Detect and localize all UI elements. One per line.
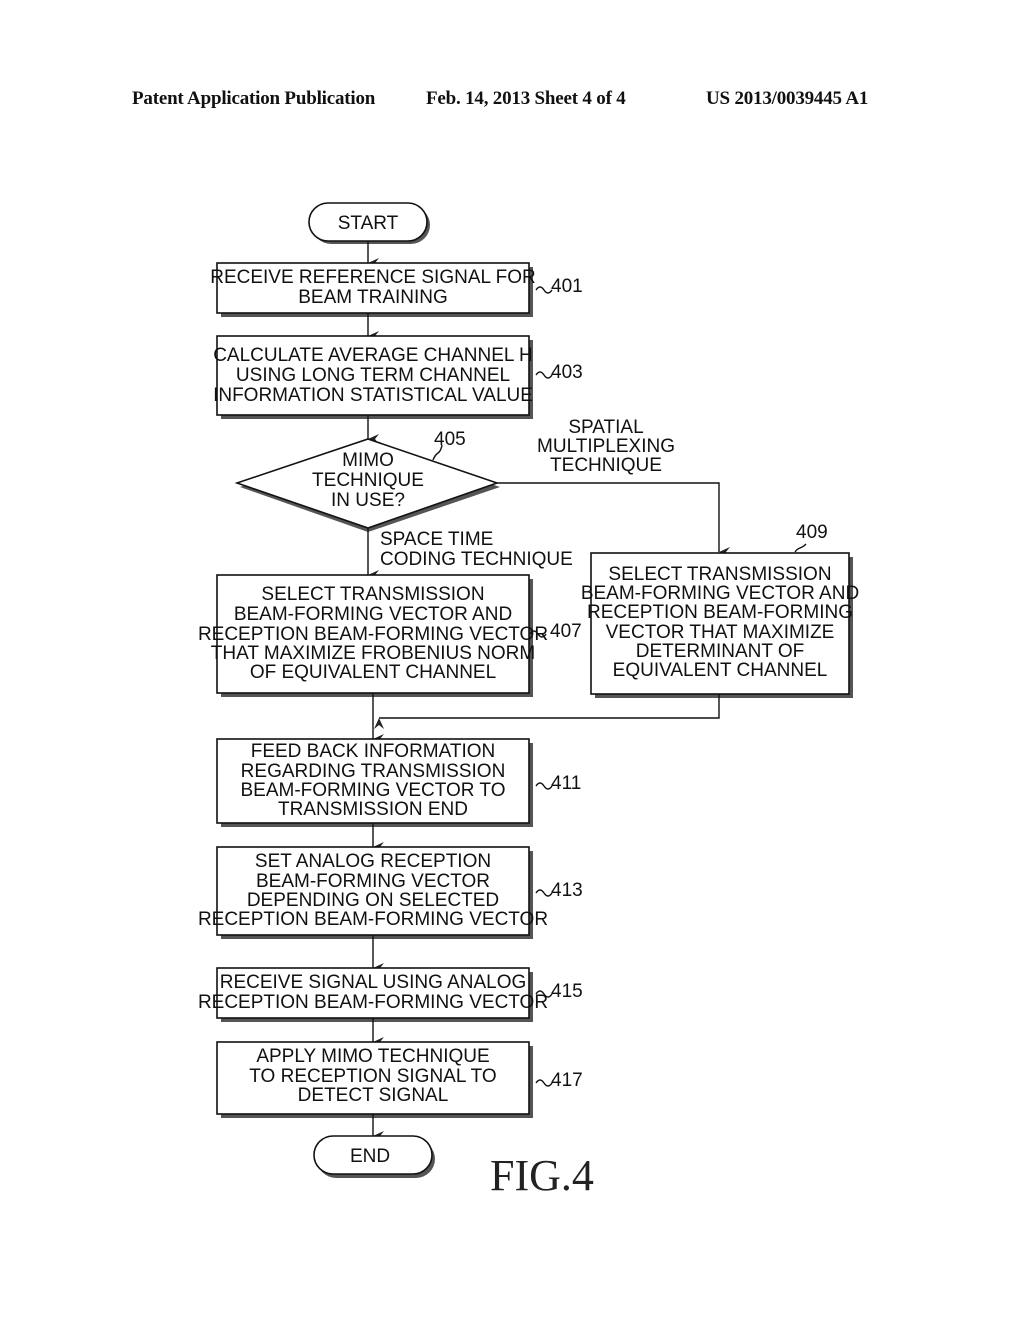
step-401-line-2: BEAM TRAINING (298, 287, 448, 308)
step-407: SELECT TRANSMISSION BEAM-FORMING VECTOR … (198, 574, 582, 697)
ref-407: 407 (550, 621, 582, 642)
decision-405-line-2: TECHNIQUE (312, 470, 424, 491)
step-409-line-6: EQUIVALENT CHANNEL (613, 660, 828, 681)
end-terminal: END (313, 1135, 435, 1178)
step-413: SET ANALOG RECEPTION BEAM-FORMING VECTOR… (198, 846, 583, 939)
step-403-line-2: USING LONG TERM CHANNEL (236, 365, 510, 386)
decision-405: MIMO TECHNIQUE IN USE? 405 (234, 429, 500, 532)
step-411-line-2: REGARDING TRANSMISSION (241, 761, 506, 782)
step-407-line-4: THAT MAXIMIZE FROBENIUS NORM (211, 643, 535, 664)
step-409-line-2: BEAM-FORMING VECTOR AND (581, 583, 859, 604)
branch-stc-line-1: SPACE TIME (380, 529, 493, 550)
step-403: CALCULATE AVERAGE CHANNEL H USING LONG T… (213, 335, 583, 419)
step-411: FEED BACK INFORMATION REGARDING TRANSMIS… (216, 738, 581, 827)
ref-leader-409 (794, 543, 807, 553)
step-409-line-5: DETERMINANT OF (636, 641, 805, 662)
step-407-line-3: RECEPTION BEAM-FORMING VECTOR (198, 624, 548, 645)
ref-403: 403 (551, 362, 583, 383)
connector-405-409 (497, 482, 730, 557)
ref-leader-413 (535, 889, 553, 897)
step-403-line-3: INFORMATION STATISTICAL VALUE (213, 385, 533, 406)
step-411-line-1: FEED BACK INFORMATION (251, 741, 496, 762)
step-401: RECEIVE REFERENCE SIGNAL FOR BEAM TRAINI… (210, 262, 583, 317)
decision-405-line-3: IN USE? (331, 490, 405, 511)
branch-spatial-line-2: MULTIPLEXING (537, 436, 675, 457)
step-401-line-1: RECEIVE REFERENCE SIGNAL FOR (210, 267, 536, 288)
branch-spatial-line-3: TECHNIQUE (550, 455, 662, 476)
ref-leader-417 (535, 1079, 553, 1087)
step-403-line-1: CALCULATE AVERAGE CHANNEL H (213, 345, 533, 366)
step-417-line-3: DETECT SIGNAL (298, 1085, 449, 1106)
figure-label: FIG.4 (490, 1151, 594, 1200)
step-411-line-4: TRANSMISSION END (278, 799, 468, 820)
step-415: RECEIVE SIGNAL USING ANALOG RECEPTION BE… (198, 967, 583, 1022)
ref-409: 409 (796, 522, 828, 543)
ref-leader-403 (535, 371, 553, 379)
step-415-line-2: RECEPTION BEAM-FORMING VECTOR (198, 992, 548, 1013)
decision-405-line-1: MIMO (342, 450, 394, 471)
step-407-line-1: SELECT TRANSMISSION (261, 584, 484, 605)
step-407-line-5: OF EQUIVALENT CHANNEL (250, 662, 496, 683)
step-413-line-4: RECEPTION BEAM-FORMING VECTOR (198, 909, 548, 930)
branch-spatial-line-1: SPATIAL (568, 417, 643, 438)
start-terminal: START (308, 202, 430, 244)
step-411-line-3: BEAM-FORMING VECTOR TO (241, 780, 506, 801)
step-413-line-2: BEAM-FORMING VECTOR (256, 871, 490, 892)
ref-405: 405 (434, 429, 466, 450)
step-417-line-2: TO RECEPTION SIGNAL TO (249, 1066, 496, 1087)
branch-stc-line-2: CODING TECHNIQUE (380, 549, 573, 570)
ref-417: 417 (551, 1070, 583, 1091)
ref-401: 401 (551, 276, 583, 297)
step-409-line-1: SELECT TRANSMISSION (608, 564, 831, 585)
ref-leader-401 (535, 286, 553, 294)
ref-413: 413 (551, 880, 583, 901)
step-415-line-1: RECEIVE SIGNAL USING ANALOG (220, 972, 527, 993)
step-409: SELECT TRANSMISSION BEAM-FORMING VECTOR … (581, 522, 859, 698)
ref-411: 411 (551, 773, 581, 794)
ref-415: 415 (551, 981, 583, 1002)
step-409-line-4: VECTOR THAT MAXIMIZE (606, 622, 835, 643)
start-label: START (338, 213, 399, 234)
step-409-line-3: RECEPTION BEAM-FORMING (587, 602, 853, 623)
step-407-line-2: BEAM-FORMING VECTOR AND (234, 604, 512, 625)
step-413-line-3: DEPENDING ON SELECTED (247, 890, 499, 911)
step-417-line-1: APPLY MIMO TECHNIQUE (256, 1046, 489, 1067)
ref-leader-411 (535, 782, 553, 790)
end-label: END (350, 1146, 390, 1167)
step-413-line-1: SET ANALOG RECEPTION (255, 851, 491, 872)
flowchart: START RECEIVE REFERENCE SIGNAL FOR BEAM … (198, 202, 859, 1200)
step-417: APPLY MIMO TECHNIQUE TO RECEPTION SIGNAL… (216, 1041, 583, 1118)
